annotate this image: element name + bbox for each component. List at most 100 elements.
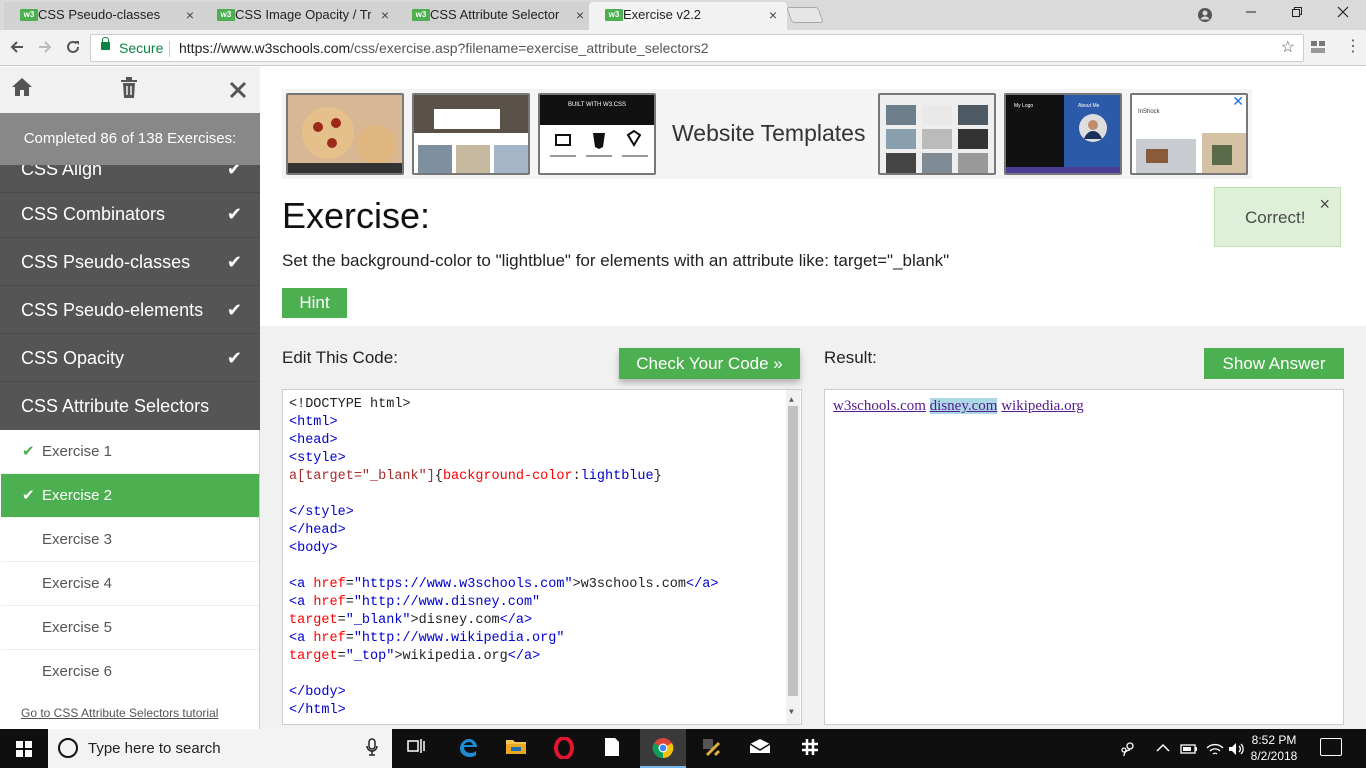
code-line: </style> (289, 505, 354, 520)
microphone-icon[interactable] (366, 738, 378, 761)
scroll-down-icon[interactable]: ▼ (789, 704, 794, 722)
action-center-icon[interactable] (1320, 738, 1342, 756)
restore-icon[interactable] (1274, 0, 1320, 30)
tab-close-icon[interactable]: × (769, 2, 777, 28)
windows-taskbar: Type here to search 8:52 PM 8/2/2018 (0, 729, 1366, 768)
start-button[interactable] (0, 729, 48, 768)
correct-text: Correct! (1245, 208, 1306, 227)
extension-icon[interactable] (1310, 36, 1326, 60)
code-href: "http://www.wikipedia.org" (353, 631, 565, 646)
clock-time: 8:52 PM (1251, 733, 1297, 747)
scrollbar-thumb[interactable] (788, 406, 798, 696)
exercise-label: Exercise 4 (42, 575, 113, 592)
file-explorer-icon[interactable] (504, 737, 528, 759)
tab-close-icon[interactable]: × (381, 2, 389, 28)
tab-css-pseudo-classes[interactable]: w3 CSS Pseudo-classes × (4, 2, 204, 30)
task-view-icon[interactable] (404, 737, 428, 759)
exercise-list: ✔ Exercise 1 ✔ Exercise 2 Exercise 3 Exe… (0, 430, 260, 729)
exercise-label: Exercise 6 (42, 663, 113, 680)
browser-toolbar: Secure https://www.w3schools.com/css/exe… (0, 30, 1366, 66)
home-icon[interactable] (11, 77, 33, 103)
ad-banner[interactable]: BUILT WITH W3.CSS Website Templates My L… (282, 89, 1252, 179)
chrome-icon (651, 737, 675, 759)
result-link-wikipedia[interactable]: wikipedia.org (1001, 398, 1084, 414)
hint-button[interactable]: Hint (282, 288, 347, 318)
profile-icon[interactable] (1182, 0, 1228, 30)
notepad-icon[interactable] (600, 737, 624, 759)
slack-icon[interactable] (798, 737, 822, 759)
taskbar-clock[interactable]: 8:52 PM 8/2/2018 (1244, 732, 1304, 764)
css-attribute-selector: [target="_blank"] (297, 469, 435, 484)
menu-kebab-icon[interactable]: ⋮ (1345, 36, 1361, 58)
w3schools-favicon-icon: w3 (20, 9, 38, 21)
clock-date: 8/2/2018 (1250, 749, 1298, 763)
tab-title: CSS Pseudo-classes (38, 7, 161, 22)
sidebar-item-css-attribute-selectors[interactable]: CSS Attribute Selectors (0, 382, 260, 430)
sidebar-item-label: CSS Attribute Selectors (21, 396, 210, 416)
exercise-item-1[interactable]: ✔ Exercise 1 (1, 430, 259, 474)
opera-icon[interactable] (552, 736, 576, 760)
exercise-item-4[interactable]: Exercise 4 (1, 562, 259, 606)
result-label: Result: (824, 348, 877, 367)
sidebar-item-css-combinators[interactable]: CSS Combinators ✔ (0, 190, 260, 238)
edge-icon[interactable] (456, 737, 480, 759)
tools-icon[interactable] (700, 737, 724, 759)
w3schools-favicon-icon: w3 (217, 9, 235, 21)
tab-close-icon[interactable]: × (576, 2, 584, 28)
battery-icon[interactable] (1180, 729, 1198, 770)
url-host: https://www.w3schools.com (179, 40, 351, 56)
wifi-icon[interactable] (1206, 729, 1224, 771)
check-code-button[interactable]: Check Your Code » (619, 348, 800, 379)
exercise-instruction: Set the background-color to "lightblue" … (282, 251, 950, 270)
lock-icon (101, 37, 110, 50)
back-icon[interactable] (10, 36, 24, 59)
editor-scrollbar[interactable]: ▲ ▼ (786, 390, 800, 724)
ad-text: Website Templates (672, 120, 866, 146)
tab-exercise[interactable]: w3 Exercise v2.2 × (589, 2, 787, 30)
ad-thumb-text: InShock (1138, 109, 1160, 115)
tab-close-icon[interactable]: × (186, 2, 194, 28)
people-icon[interactable] (1120, 729, 1136, 772)
exercise-item-3[interactable]: Exercise 3 (1, 518, 259, 562)
sidebar-item-css-opacity[interactable]: CSS Opacity ✔ (0, 334, 260, 382)
forward-icon[interactable] (38, 36, 52, 59)
result-link-disney[interactable]: disney.com (929, 398, 998, 414)
tab-css-attribute-selector[interactable]: w3 CSS Attribute Selector × (396, 2, 594, 30)
w3schools-favicon-icon: w3 (412, 9, 430, 21)
code-target: "_top" (345, 649, 395, 664)
trash-icon[interactable] (120, 77, 138, 105)
exercise-item-6[interactable]: Exercise 6 (1, 650, 259, 694)
code-editor[interactable]: <!DOCTYPE html> <html> <head> <style> a[… (282, 389, 802, 725)
close-icon[interactable]: × (1319, 174, 1330, 234)
show-answer-button[interactable]: Show Answer (1204, 348, 1344, 379)
taskbar-search[interactable]: Type here to search (48, 729, 392, 768)
tab-css-image-opacity[interactable]: w3 CSS Image Opacity / Tran × (201, 2, 399, 30)
reload-icon[interactable] (66, 36, 80, 59)
exercise-item-5[interactable]: Exercise 5 (1, 606, 259, 650)
bookmark-star-icon[interactable]: ☆ (1281, 35, 1295, 61)
address-bar[interactable]: Secure https://www.w3schools.com/css/exe… (90, 34, 1304, 62)
new-tab-button[interactable] (786, 7, 824, 23)
minimize-icon[interactable] (1228, 0, 1274, 30)
code-link-text: disney.com (418, 613, 500, 628)
sidebar-item-css-pseudo-elements[interactable]: CSS Pseudo-elements ✔ (0, 286, 260, 334)
code-line: <body> (289, 541, 338, 556)
chevron-up-icon[interactable] (1156, 729, 1170, 768)
ad-close-icon[interactable]: ✕ (1232, 95, 1244, 110)
code-target: "_blank" (345, 613, 411, 628)
chrome-taskbar-button[interactable] (640, 729, 686, 768)
check-icon: ✔ (22, 487, 35, 504)
sidebar-item-label: CSS Pseudo-elements (21, 300, 204, 320)
exercise-item-2[interactable]: ✔ Exercise 2 (1, 474, 259, 518)
close-window-icon[interactable] (1320, 0, 1366, 30)
result-link-w3schools[interactable]: w3schools.com (833, 398, 926, 414)
url-text: https://www.w3schools.com/css/exercise.a… (179, 35, 709, 61)
code-href: "https://www.w3schools.com" (353, 577, 573, 592)
ad-thumb-text: BUILT WITH W3.CSS (540, 95, 654, 125)
code-line: <!DOCTYPE html> (289, 397, 411, 412)
code-workspace: Edit This Code: Check Your Code » Result… (260, 326, 1366, 729)
tutorial-link[interactable]: Go to CSS Attribute Selectors tutorial (21, 706, 218, 720)
mail-icon[interactable] (748, 737, 772, 759)
sidebar-item-css-pseudo-classes[interactable]: CSS Pseudo-classes ✔ (0, 238, 260, 286)
close-icon[interactable] (229, 77, 247, 105)
